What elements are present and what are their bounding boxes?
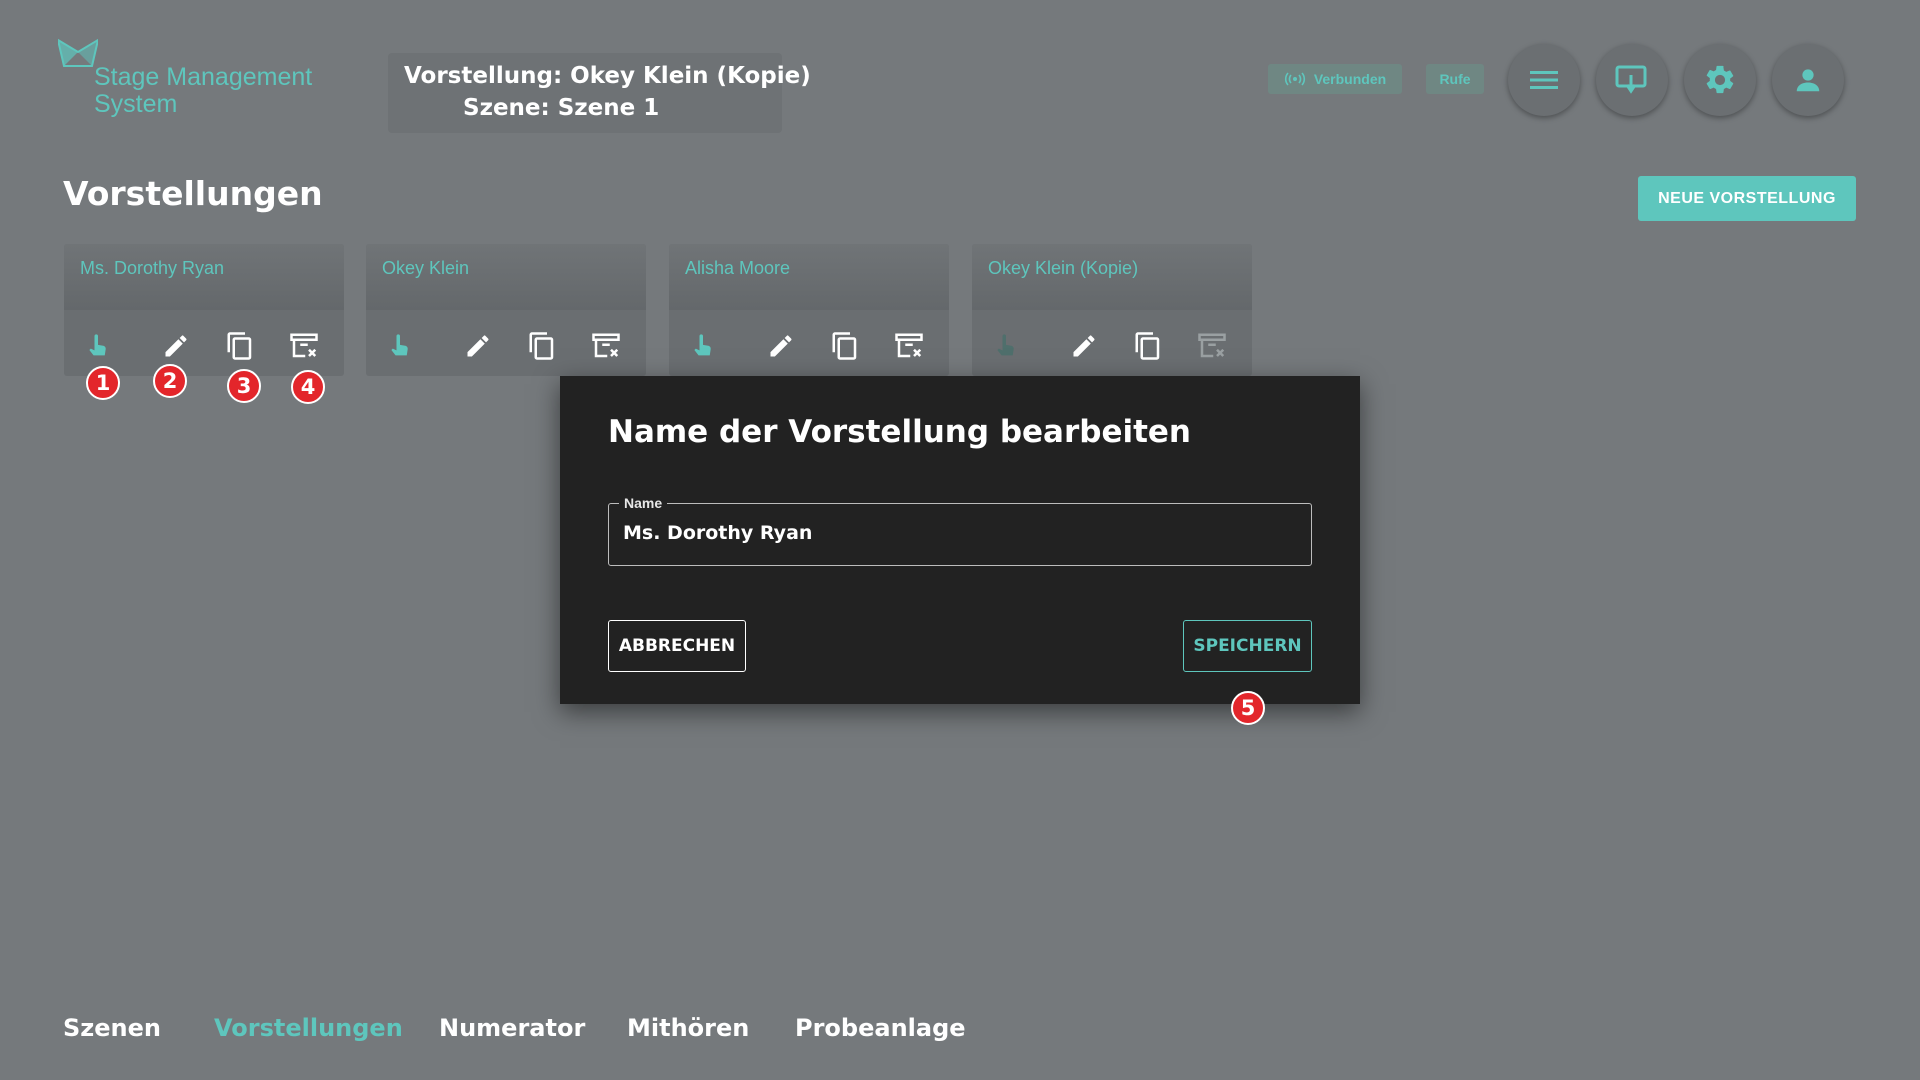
settings-button[interactable] [1684, 44, 1756, 116]
nav-item-vorstellungen[interactable]: Vorstellungen [214, 1014, 403, 1042]
show-card-title: Ms. Dorothy Ryan [64, 244, 344, 310]
pencil-icon [165, 335, 187, 357]
show-card: Okey Klein [366, 244, 646, 376]
show-card-title: Okey Klein (Kopie) [972, 244, 1252, 310]
logo-mark-icon [58, 38, 98, 67]
menu-icon [1530, 71, 1558, 89]
nav-item-szenen[interactable]: Szenen [63, 1014, 161, 1042]
show-card: Alisha Moore [669, 244, 949, 376]
pencil-icon [467, 335, 489, 357]
current-show-value: Okey Klein (Kopie) [570, 63, 811, 89]
name-field: Name [608, 495, 1312, 566]
current-show-label: Vorstellung: [404, 63, 563, 89]
logo-text: Stage Management System [94, 63, 313, 118]
account-button[interactable] [1772, 44, 1844, 116]
select-show-button[interactable] [384, 330, 416, 362]
name-input[interactable] [623, 522, 1283, 544]
save-button[interactable]: SPEICHERN [1183, 620, 1312, 672]
archive-show-button[interactable] [1196, 330, 1228, 362]
dialog-title: Name der Vorstellung bearbeiten [608, 414, 1192, 450]
edit-show-button[interactable] [160, 330, 192, 362]
touch-icon [391, 334, 408, 356]
archive-show-button[interactable] [288, 330, 320, 362]
current-scene-label: Szene: [463, 95, 550, 121]
copy-icon [529, 332, 554, 360]
name-field-label: Name [619, 495, 668, 511]
nav-item-numerator[interactable]: Numerator [439, 1014, 585, 1042]
screen-touch-button[interactable] [1596, 44, 1668, 116]
calls-button[interactable]: Rufe [1426, 64, 1484, 94]
page-title: Vorstellungen [63, 174, 323, 213]
archive-show-button[interactable] [590, 330, 622, 362]
archive-show-button[interactable] [893, 330, 925, 362]
edit-show-button[interactable] [462, 330, 494, 362]
copy-icon [1135, 332, 1160, 360]
pencil-icon [770, 335, 792, 357]
copy-icon [227, 332, 252, 360]
broadcast-icon [1284, 72, 1305, 86]
show-card: Okey Klein (Kopie) [972, 244, 1252, 376]
copy-show-button[interactable] [224, 330, 256, 362]
step-badge: 3 [227, 369, 261, 403]
screen-touch-icon [1615, 65, 1647, 94]
step-badge: 5 [1231, 691, 1265, 725]
new-show-button[interactable]: NEUE VORSTELLUNG [1638, 176, 1856, 221]
touch-icon [997, 334, 1014, 356]
show-card: Ms. Dorothy Ryan [64, 244, 344, 376]
archive-delete-icon [290, 333, 318, 358]
current-scene-value: Szene 1 [557, 95, 660, 121]
show-card-title: Alisha Moore [669, 244, 949, 310]
person-icon [1796, 69, 1820, 92]
copy-show-button[interactable] [526, 330, 558, 362]
step-badge: 1 [86, 366, 120, 400]
pencil-icon [1073, 335, 1095, 357]
nav-item-probeanlage[interactable]: Probeanlage [795, 1014, 966, 1042]
calls-label: Rufe [1439, 71, 1471, 87]
current-show-box: Vorstellung: Okey Klein (Kopie) Szene: S… [388, 53, 811, 133]
archive-delete-icon [1198, 333, 1226, 358]
copy-show-button[interactable] [1132, 330, 1164, 362]
step-badge: 4 [291, 370, 325, 404]
touch-icon [89, 334, 106, 356]
step-badge: 2 [153, 364, 187, 398]
select-show-button[interactable] [82, 330, 114, 362]
archive-delete-icon [592, 333, 620, 358]
menu-button[interactable] [1508, 44, 1580, 116]
edit-show-dialog: Name der Vorstellung bearbeiten Name ABB… [560, 376, 1360, 704]
copy-show-button[interactable] [829, 330, 861, 362]
edit-show-button[interactable] [765, 330, 797, 362]
app-logo: Stage Management System [58, 38, 338, 128]
copy-icon [832, 332, 857, 360]
connection-status-badge: Verbunden [1268, 64, 1402, 94]
select-show-button[interactable] [990, 330, 1022, 362]
nav-item-mithoeren[interactable]: Mithören [627, 1014, 749, 1042]
touch-icon [694, 334, 711, 356]
connection-status-text: Verbunden [1313, 71, 1387, 87]
cancel-button[interactable]: ABBRECHEN [608, 620, 746, 672]
edit-show-button[interactable] [1068, 330, 1100, 362]
gear-icon [1706, 65, 1734, 94]
show-card-title: Okey Klein [366, 244, 646, 310]
select-show-button[interactable] [687, 330, 719, 362]
archive-delete-icon [895, 333, 923, 358]
